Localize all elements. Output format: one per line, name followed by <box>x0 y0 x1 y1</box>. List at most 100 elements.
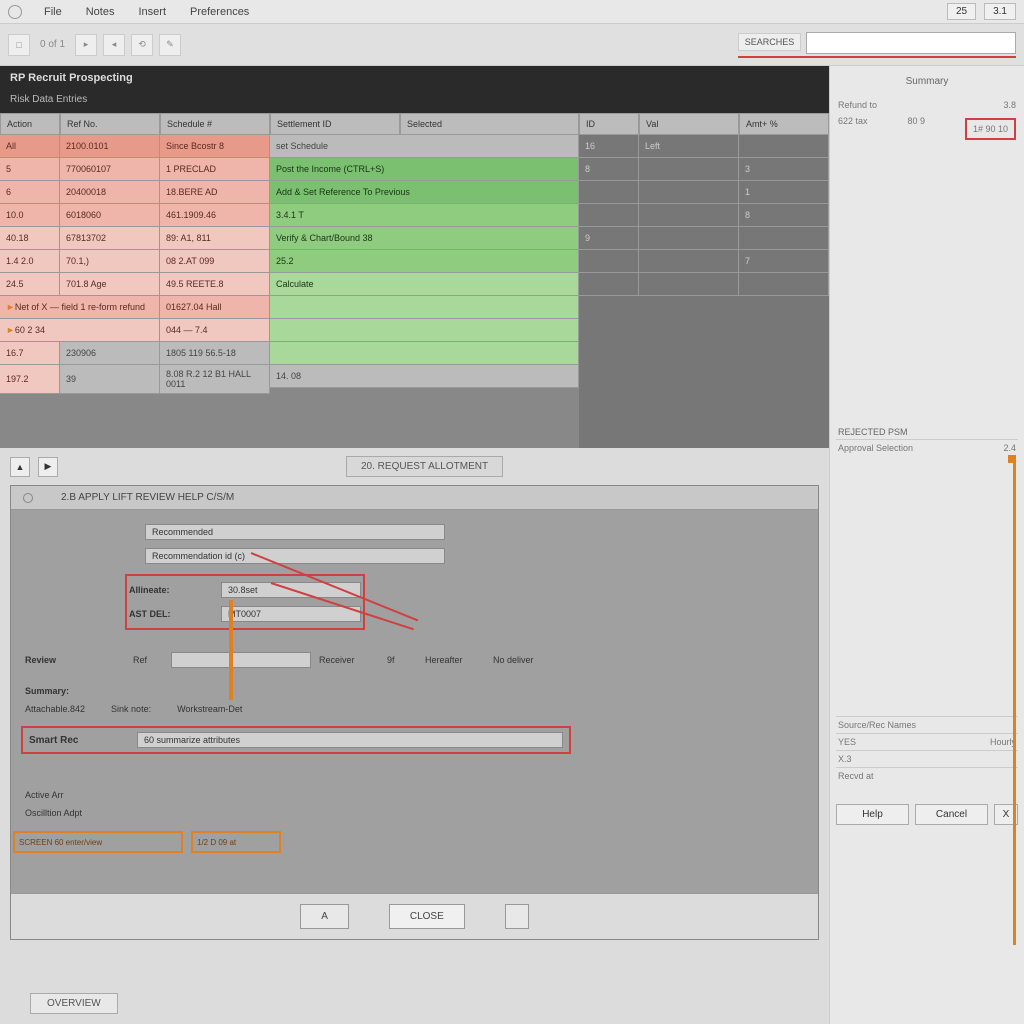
label-astdel: AST DEL: <box>129 609 213 619</box>
tool-btn-1[interactable]: □ <box>8 34 30 56</box>
cell-val <box>639 250 739 272</box>
table-row: 9 <box>579 227 829 250</box>
action-cell: Add & Set Reference To Previous <box>270 181 579 203</box>
table-row[interactable]: 1.4 2.0 70.1,) 08 2.AT 099 <box>0 250 270 273</box>
grid-header-val[interactable]: Val <box>639 113 739 135</box>
label-smart-rec: Smart Rec <box>29 735 129 746</box>
request-allotment-button[interactable]: 20. REQUEST ALLOTMENT <box>346 456 503 477</box>
grid-header-amt[interactable]: Amt+ % <box>739 113 829 135</box>
sidebar-row-1: Refund to3.8 <box>836 97 1018 113</box>
overview-button[interactable]: OVERVIEW <box>30 993 118 1014</box>
table-row: 7 <box>579 250 829 273</box>
menu-preferences[interactable]: Preferences <box>180 4 259 20</box>
cell-schedule: 89: A1, 811 <box>160 227 270 249</box>
field-astdel[interactable]: MT0007 <box>221 606 361 622</box>
table-row-footer[interactable]: 16.7 230906 1805 119 56.5-18 <box>0 342 270 365</box>
cell-amt: 8 <box>739 204 829 226</box>
label-summary: Summary: <box>25 686 125 696</box>
table-row[interactable]: 5 770060107 1 PRECLAD <box>0 158 270 181</box>
status-badge-1[interactable]: 25 <box>947 3 976 20</box>
action-row[interactable] <box>270 319 579 342</box>
table-row-span[interactable]: ►60 2 34 044 — 7.4 <box>0 319 270 342</box>
dialog-close-button[interactable]: CLOSE <box>389 904 465 929</box>
sidebar-help-button[interactable]: Help <box>836 804 909 825</box>
action-row[interactable]: Verify & Chart/Bound 38 <box>270 227 579 250</box>
cell-amt <box>739 135 829 157</box>
sidebar-detail-row: YESHourly <box>836 733 1018 750</box>
tool-btn-2[interactable]: ▸ <box>75 34 97 56</box>
menu-file[interactable]: File <box>34 4 72 20</box>
dialog-button-a[interactable]: A <box>300 904 349 929</box>
cell-action: 1.4 2.0 <box>0 250 60 272</box>
action-row[interactable]: 14. 08 <box>270 365 579 388</box>
cell-val <box>639 204 739 226</box>
action-row[interactable]: 25.2 <box>270 250 579 273</box>
action-row[interactable]: Add & Set Reference To Previous <box>270 181 579 204</box>
field-recommendation-id[interactable]: Recommendation id (c) <box>145 548 445 564</box>
action-cell: Post the Income (CTRL+S) <box>270 158 579 180</box>
cell-f2: 39 <box>60 365 160 393</box>
label-9f: 9f <box>387 655 417 665</box>
cell-ref: 70.1,) <box>60 250 160 272</box>
dialog-extra-button[interactable] <box>505 904 529 929</box>
cell-ref: 2100.0101 <box>60 135 160 157</box>
table-row[interactable]: 10.0 6018060 461.1909.46 <box>0 204 270 227</box>
cell-span-ext: 044 — 7.4 <box>160 319 270 341</box>
action-cell: Verify & Chart/Bound 38 <box>270 227 579 249</box>
status-badge-2[interactable]: 3.1 <box>984 3 1016 20</box>
tool-btn-3[interactable]: ◂ <box>103 34 125 56</box>
cell-action: 5 <box>0 158 60 180</box>
search-input[interactable] <box>806 32 1016 54</box>
action-cell: 25.2 <box>270 250 579 272</box>
action-row[interactable]: set Schedule <box>270 135 579 158</box>
table-row[interactable]: 6 20400018 18.BERE AD <box>0 181 270 204</box>
action-row[interactable] <box>270 342 579 365</box>
table-row[interactable]: 24.5 701.8 Age 49.5 REETE.8 <box>0 273 270 296</box>
cell-id: 8 <box>579 158 639 180</box>
box-screen-enter[interactable]: SCREEN 60 enter/view <box>19 838 102 847</box>
menu-bar: File Notes Insert Preferences 25 3.1 <box>0 0 1024 24</box>
table-row[interactable]: All 2100.0101 Since Bcostr 8 <box>0 135 270 158</box>
action-row[interactable]: Calculate <box>270 273 579 296</box>
cell-amt: 7 <box>739 250 829 272</box>
grid-header-schedule[interactable]: Schedule # <box>160 113 270 135</box>
action-row[interactable]: 3.4.1 T <box>270 204 579 227</box>
summary-sidebar: Summary Refund to3.8 622 tax80 9 1# 90 1… <box>829 66 1024 1024</box>
tool-btn-5[interactable]: ✎ <box>159 34 181 56</box>
label-receiver: Receiver <box>319 655 379 665</box>
table-row: 16 Left <box>579 135 829 158</box>
action-row[interactable] <box>270 296 579 319</box>
dialog-icon <box>23 493 33 503</box>
menu-insert[interactable]: Insert <box>128 4 176 20</box>
cell-id: 9 <box>579 227 639 249</box>
grid-header-selected[interactable]: Selected <box>400 113 579 135</box>
panel-subtitle: Risk Data Entries <box>0 90 829 113</box>
mid-btn-next[interactable]: ▶ <box>38 457 58 477</box>
cell-ref: 701.8 Age <box>60 273 160 295</box>
table-row-footer[interactable]: 197.2 39 8.08 R.2 12 B1 HALL 0011 <box>0 365 270 394</box>
tool-btn-4[interactable]: ⟲ <box>131 34 153 56</box>
field-recommended[interactable]: Recommended <box>145 524 445 540</box>
box-1-2-d[interactable]: 1/2 D 09 at <box>197 838 236 847</box>
action-row[interactable]: Post the Income (CTRL+S) <box>270 158 579 181</box>
input-review[interactable] <box>171 652 311 668</box>
grid-header-ref[interactable]: Ref No. <box>60 113 160 135</box>
menu-notes[interactable]: Notes <box>76 4 125 20</box>
detail-label: Sink note: <box>111 704 151 714</box>
sidebar-cancel-button[interactable]: Cancel <box>915 804 988 825</box>
cell-amt <box>739 227 829 249</box>
highlight-amount[interactable]: 1# 90 10 <box>965 118 1016 140</box>
field-smart-rec[interactable]: 60 summarize attributes <box>137 732 563 748</box>
grid-header-settlement[interactable]: Settlement ID <box>270 113 400 135</box>
cell-id <box>579 273 639 295</box>
table-row-span[interactable]: ►Net of X — field 1 re-form refund 01627… <box>0 296 270 319</box>
grid-header-action[interactable]: Action <box>0 113 60 135</box>
mid-btn-prev[interactable]: ▲ <box>10 457 30 477</box>
cell-span-ext: 01627.04 Hall <box>160 296 270 318</box>
cell-schedule: 1 PRECLAD <box>160 158 270 180</box>
cell-f3: 1805 119 56.5-18 <box>160 342 270 364</box>
table-row[interactable]: 40.18 67813702 89: A1, 811 <box>0 227 270 250</box>
grid-header-id[interactable]: ID <box>579 113 639 135</box>
label-osc-adpt: Oscilltion Adpt <box>25 808 82 818</box>
panel-title: RP Recruit Prospecting <box>0 66 829 90</box>
